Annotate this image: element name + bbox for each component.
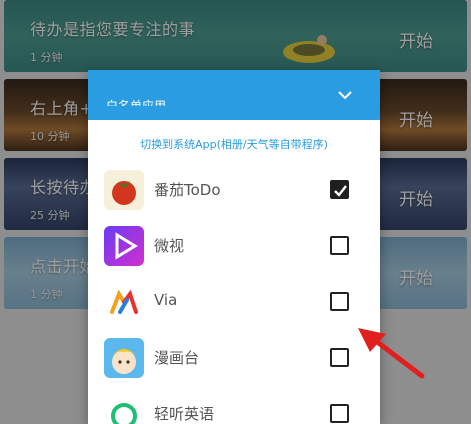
app-checkbox[interactable]: [330, 236, 349, 255]
checkmark-icon: [334, 185, 347, 197]
app-name: 微视: [154, 237, 185, 255]
manhuatai-icon: [104, 338, 144, 378]
whitelist-dialog: 白名单应用 切换到系统App(相册/天气等自带程序) 番茄ToDo 微视 Via…: [88, 70, 380, 424]
app-name: 漫画台: [154, 349, 200, 367]
qingting-icon: [104, 394, 144, 424]
app-name: 番茄ToDo: [154, 181, 221, 199]
chevron-down-icon[interactable]: [338, 90, 352, 100]
app-name: 轻听英语: [154, 405, 215, 423]
app-list-item[interactable]: 轻听英语: [88, 386, 380, 424]
via-icon: [104, 282, 144, 322]
app-list-item[interactable]: Via: [88, 274, 380, 330]
weishi-icon: [104, 226, 144, 266]
app-list-item[interactable]: 番茄ToDo: [88, 162, 380, 218]
annotation-arrow-icon: [358, 328, 425, 379]
app-list-item[interactable]: 微视: [88, 218, 380, 274]
app-checkbox[interactable]: [330, 292, 349, 311]
switch-system-apps-link[interactable]: 切换到系统App(相册/天气等自带程序): [88, 136, 380, 152]
tomato-icon: [104, 170, 144, 210]
app-list-item[interactable]: 漫画台: [88, 330, 380, 386]
app-screen: 待办是指您要专注的事 1 分钟 开始 右上角+ 10 分钟 开始 长按待办 25…: [0, 0, 471, 424]
app-checkbox[interactable]: [330, 180, 349, 199]
app-name: Via: [154, 291, 178, 309]
dialog-header: 白名单应用: [88, 70, 380, 120]
dialog-title: 白名单应用: [106, 99, 167, 106]
app-checkbox[interactable]: [330, 348, 349, 367]
app-checkbox[interactable]: [330, 404, 349, 423]
